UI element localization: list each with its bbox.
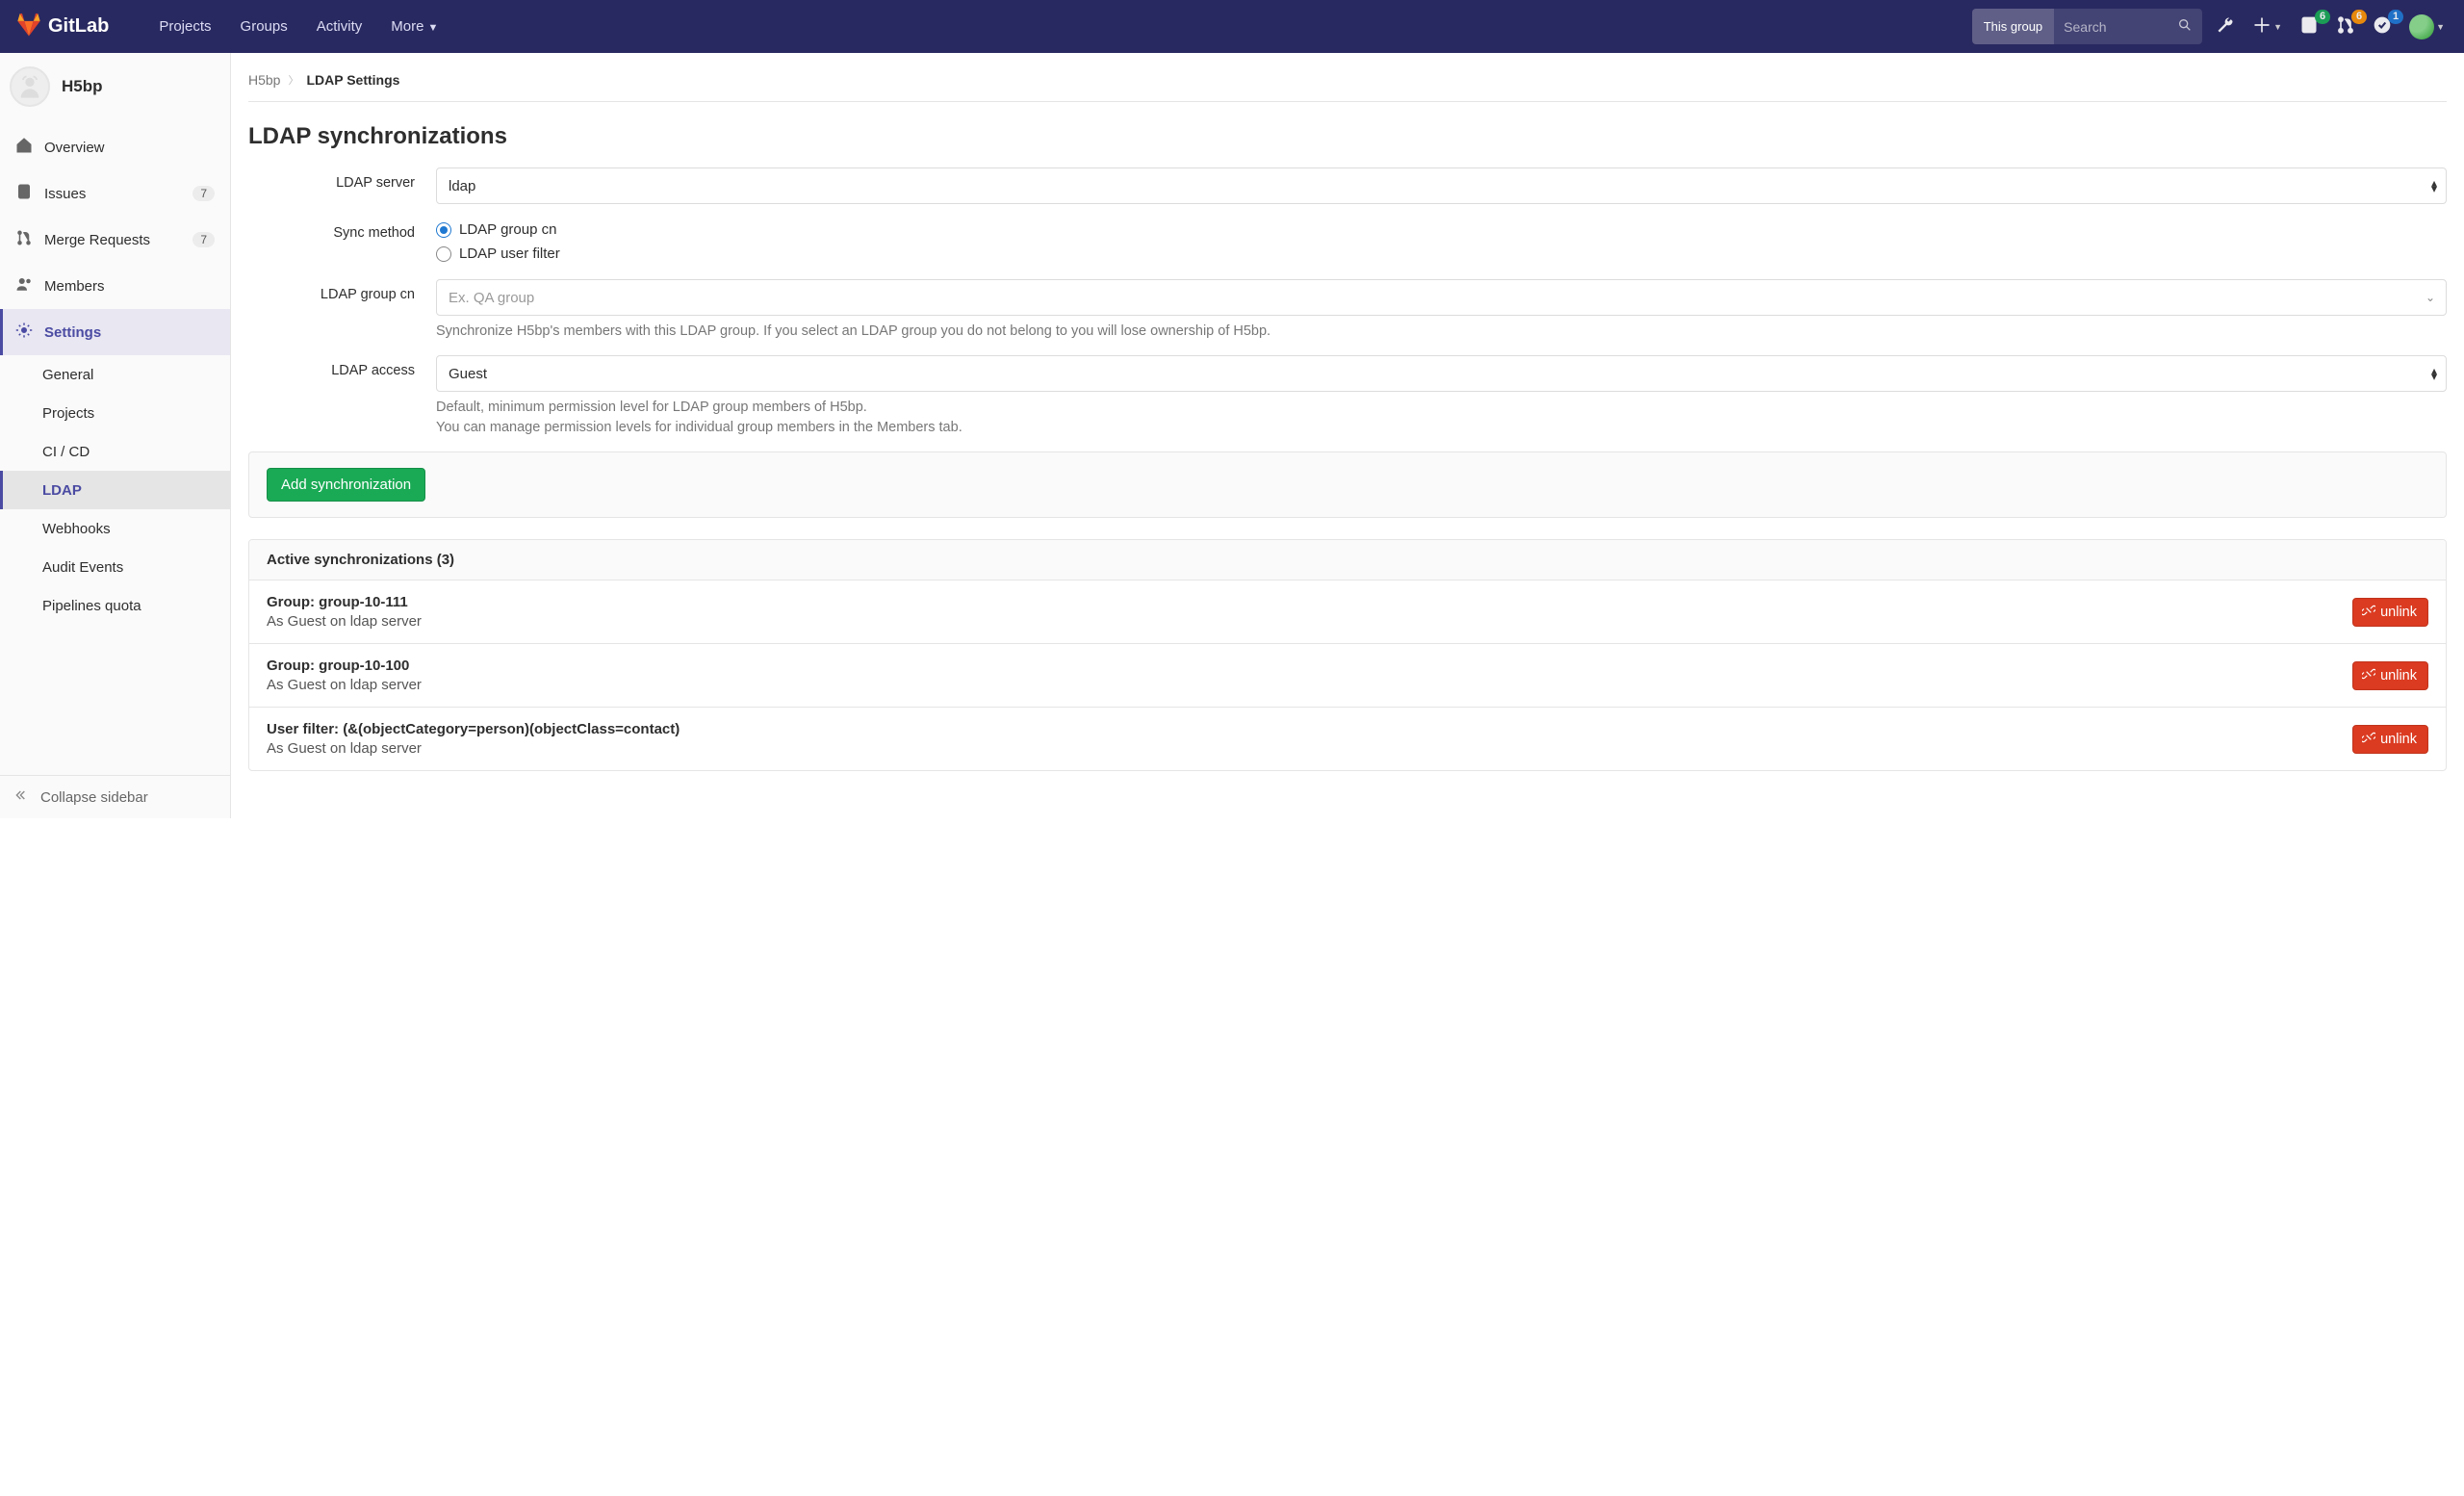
chevron-down-icon: ▼ xyxy=(427,22,438,34)
ldap-server-select[interactable]: ldap xyxy=(436,168,2447,204)
nav-more[interactable]: More▼ xyxy=(377,11,451,42)
label-ldap-server: LDAP server xyxy=(248,168,436,204)
search-wrap: This group xyxy=(1972,9,2202,44)
sidebar-group-name: H5bp xyxy=(62,77,103,96)
sidebar-item-settings[interactable]: Settings xyxy=(0,309,230,355)
nav-activity[interactable]: Activity xyxy=(303,11,376,42)
sync-subtitle: As Guest on ldap server xyxy=(267,613,422,630)
radio-input[interactable] xyxy=(436,246,451,262)
brand-label: GitLab xyxy=(48,15,109,38)
issues-count: 7 xyxy=(192,186,215,201)
breadcrumb-root[interactable]: H5bp xyxy=(248,72,280,88)
settings-sub-general[interactable]: General xyxy=(0,355,230,394)
sync-method-cn-option[interactable]: LDAP group cn xyxy=(436,218,2447,242)
sync-title: Group: group-10-111 xyxy=(267,594,422,610)
issues-badge: 6 xyxy=(2315,10,2330,24)
content-area: H5bp 〉 LDAP Settings LDAP synchronizatio… xyxy=(231,53,2464,818)
radio-label: LDAP user filter xyxy=(459,245,560,262)
wrench-icon xyxy=(2216,15,2235,38)
sync-row: Group: group-10-111 As Guest on ldap ser… xyxy=(249,580,2446,644)
sidebar-label: Members xyxy=(44,278,105,295)
label-sync-method: Sync method xyxy=(248,218,436,266)
label-ldap-access: LDAP access xyxy=(248,355,436,438)
search-scope[interactable]: This group xyxy=(1972,9,2054,44)
unlink-icon xyxy=(2362,604,2375,621)
nav-projects[interactable]: Projects xyxy=(145,11,224,42)
plus-icon xyxy=(2252,15,2272,38)
help-text: Default, minimum permission level for LD… xyxy=(436,398,2447,438)
form-actions-bar: Add synchronization xyxy=(248,451,2447,518)
gear-icon xyxy=(15,322,33,343)
top-navbar: GitLab Projects Groups Activity More▼ Th… xyxy=(0,0,2464,53)
sidebar-item-members[interactable]: Members xyxy=(0,263,230,309)
user-avatar-icon xyxy=(2409,14,2434,39)
breadcrumb: H5bp 〉 LDAP Settings xyxy=(248,70,2447,102)
radio-label: LDAP group cn xyxy=(459,221,556,238)
active-syncs-panel: Active synchronizations (3) Group: group… xyxy=(248,539,2447,771)
chevron-down-icon: ▼ xyxy=(2436,22,2445,32)
sidebar-item-merge-requests[interactable]: Merge Requests 7 xyxy=(0,217,230,263)
collapse-sidebar-button[interactable]: Collapse sidebar xyxy=(0,775,230,818)
unlink-icon xyxy=(2362,667,2375,684)
unlink-button[interactable]: unlink xyxy=(2352,598,2428,627)
sidebar-item-issues[interactable]: Issues 7 xyxy=(0,170,230,217)
merge-request-icon xyxy=(15,229,33,250)
search-input[interactable] xyxy=(2054,9,2168,44)
sync-title: Group: group-10-100 xyxy=(267,658,422,674)
ldap-access-select[interactable]: Guest xyxy=(436,355,2447,392)
radio-input[interactable] xyxy=(436,222,451,238)
unlink-button[interactable]: unlink xyxy=(2352,725,2428,754)
todos-badge: 1 xyxy=(2388,10,2403,24)
sidebar-context[interactable]: H5bp xyxy=(0,53,230,124)
nav-issues-button[interactable]: 6 xyxy=(2296,15,2323,38)
settings-sub-ldap[interactable]: LDAP xyxy=(0,471,230,509)
sync-row: Group: group-10-100 As Guest on ldap ser… xyxy=(249,644,2446,708)
nav-todos-button[interactable]: 1 xyxy=(2369,15,2396,38)
settings-sub-webhooks[interactable]: Webhooks xyxy=(0,509,230,548)
search-button[interactable] xyxy=(2168,9,2202,44)
unlink-icon xyxy=(2362,731,2375,748)
sidebar-label: Merge Requests xyxy=(44,232,150,248)
tanuki-icon xyxy=(15,11,42,43)
sync-title: User filter: (&(objectCategory=person)(o… xyxy=(267,721,680,737)
group-avatar-icon xyxy=(10,66,50,107)
collapse-icon xyxy=(15,787,31,807)
collapse-label: Collapse sidebar xyxy=(40,789,148,806)
nav-groups[interactable]: Groups xyxy=(227,11,301,42)
user-menu[interactable]: ▼ xyxy=(2405,14,2449,39)
mr-count: 7 xyxy=(192,232,215,247)
help-text: Synchronize H5bp's members with this LDA… xyxy=(436,322,2447,342)
sync-subtitle: As Guest on ldap server xyxy=(267,740,680,757)
nav-merge-requests-button[interactable]: 6 xyxy=(2332,15,2359,38)
add-synchronization-button[interactable]: Add synchronization xyxy=(267,468,425,502)
search-icon xyxy=(2177,17,2193,36)
ldap-group-cn-input[interactable] xyxy=(436,279,2447,316)
sidebar-label: Issues xyxy=(44,186,86,202)
page-title: LDAP synchronizations xyxy=(248,123,2447,150)
gitlab-logo[interactable]: GitLab xyxy=(15,11,109,43)
sync-row: User filter: (&(objectCategory=person)(o… xyxy=(249,708,2446,770)
issues-icon xyxy=(15,183,33,204)
admin-wrench-button[interactable] xyxy=(2212,15,2239,38)
settings-sub-projects[interactable]: Projects xyxy=(0,394,230,432)
settings-sub-pipelines-quota[interactable]: Pipelines quota xyxy=(0,586,230,625)
unlink-button[interactable]: unlink xyxy=(2352,661,2428,690)
sidebar-label: Overview xyxy=(44,140,105,156)
members-icon xyxy=(15,275,33,297)
sidebar: H5bp Overview Issues 7 Merge Requests 7 … xyxy=(0,53,231,818)
sync-subtitle: As Guest on ldap server xyxy=(267,677,422,693)
chevron-right-icon: 〉 xyxy=(288,72,298,88)
mr-badge: 6 xyxy=(2351,10,2367,24)
settings-sub-cicd[interactable]: CI / CD xyxy=(0,432,230,471)
sidebar-label: Settings xyxy=(44,324,101,341)
sidebar-item-overview[interactable]: Overview xyxy=(0,124,230,170)
settings-sub-audit[interactable]: Audit Events xyxy=(0,548,230,586)
active-syncs-header: Active synchronizations (3) xyxy=(249,540,2446,580)
breadcrumb-current: LDAP Settings xyxy=(306,72,399,88)
create-new-button[interactable]: ▼ xyxy=(2248,15,2286,38)
chevron-down-icon: ▼ xyxy=(2273,22,2282,32)
sync-method-filter-option[interactable]: LDAP user filter xyxy=(436,242,2447,266)
label-ldap-group-cn: LDAP group cn xyxy=(248,279,436,342)
home-icon xyxy=(15,137,33,158)
